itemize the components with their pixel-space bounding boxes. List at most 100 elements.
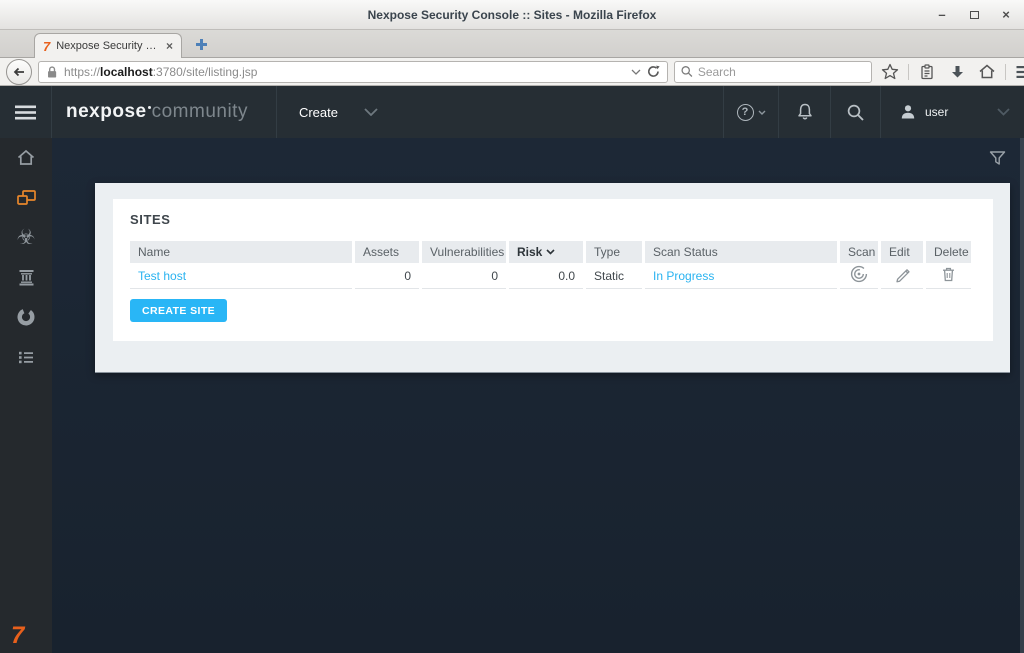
downloads-button[interactable] (945, 60, 969, 84)
scan-target-icon (850, 265, 868, 283)
sort-descending-chevron-icon (546, 249, 555, 255)
page-body: ☣ 7 (0, 138, 1024, 653)
assets-cell: 0 (355, 263, 419, 289)
chevron-down-icon (758, 110, 766, 115)
chevron-down-icon[interactable] (997, 108, 1010, 116)
url-text[interactable]: https://localhost:3780/site/listing.jsp (64, 65, 625, 79)
column-header-risk[interactable]: Risk (509, 241, 583, 263)
notifications-button[interactable] (778, 86, 830, 138)
url-dropdown-chevron-icon[interactable] (631, 69, 641, 75)
url-scheme: https:// (64, 65, 100, 79)
minimize-icon[interactable]: – (934, 7, 950, 23)
create-menu[interactable]: Create (277, 86, 398, 138)
rapid7-favicon-icon: 7 (43, 40, 50, 53)
brand-edition: community (152, 101, 248, 123)
new-tab-button[interactable] (192, 36, 210, 52)
browser-tabbar: 7 Nexpose Security Co... × (0, 30, 1024, 58)
browser-menu-button[interactable] (1012, 60, 1024, 84)
ring-chart-icon (16, 307, 36, 327)
download-arrow-icon (949, 64, 966, 80)
vulnerabilities-cell: 0 (422, 263, 506, 289)
sites-icon (16, 188, 37, 207)
tab-title: Nexpose Security Co... (56, 40, 160, 52)
browser-search-box[interactable] (674, 61, 872, 83)
sidebar-item-reports[interactable] (0, 305, 52, 329)
column-header-vulnerabilities[interactable]: Vulnerabilities (422, 241, 506, 263)
sidebar-item-home[interactable] (0, 145, 52, 169)
column-header-risk-label: Risk (517, 245, 542, 259)
user-menu[interactable]: user (880, 86, 1024, 138)
tab-close-icon[interactable]: × (166, 40, 173, 52)
plus-icon (195, 38, 208, 51)
hamburger-icon (1016, 65, 1024, 79)
search-icon (846, 103, 865, 122)
window-titlebar: Nexpose Security Console :: Sites - Mozi… (0, 0, 1024, 30)
sidebar-item-policies[interactable] (0, 265, 52, 289)
chevron-down-icon (364, 108, 378, 116)
list-icon (17, 349, 35, 366)
type-cell: Static (586, 263, 642, 289)
help-menu-button[interactable]: ? (723, 86, 778, 138)
home-icon (16, 148, 36, 167)
table-header-row: Name Assets Vulnerabilities Risk Type Sc… (130, 241, 971, 263)
sidebar-nav: ☣ 7 (0, 138, 52, 653)
browser-toolbar: https://localhost:3780/site/listing.jsp (0, 58, 1024, 86)
column-header-assets[interactable]: Assets (355, 241, 419, 263)
home-icon (978, 63, 996, 80)
maximize-box (970, 11, 979, 19)
header-spacer (398, 86, 723, 138)
column-header-edit[interactable]: Edit (881, 241, 923, 263)
back-button[interactable] (6, 59, 32, 85)
hamburger-icon (15, 105, 36, 120)
delete-action-cell[interactable] (926, 263, 971, 289)
search-icon (681, 65, 693, 78)
sidebar-item-vulnerabilities[interactable]: ☣ (0, 225, 52, 249)
sidebar-item-administration[interactable] (0, 345, 52, 369)
filter-button[interactable] (989, 150, 1007, 168)
column-header-delete[interactable]: Delete (926, 241, 971, 263)
toolbar-divider (1005, 64, 1006, 80)
window-title: Nexpose Security Console :: Sites - Mozi… (368, 8, 657, 22)
column-pillar-icon (17, 268, 36, 286)
scrollbar[interactable] (1020, 138, 1024, 653)
rapid7-logo-icon: 7 (11, 624, 24, 648)
column-header-type[interactable]: Type (586, 241, 642, 263)
home-button[interactable] (975, 60, 999, 84)
brand-name: nexpose (66, 101, 147, 123)
maximize-icon[interactable] (966, 7, 982, 23)
main-content: SITES Name Assets Vulnerabilities Risk (52, 138, 1024, 653)
url-bar[interactable]: https://localhost:3780/site/listing.jsp (38, 61, 668, 83)
browser-tab-active[interactable]: 7 Nexpose Security Co... × (34, 33, 182, 58)
window-controls: – × (934, 0, 1014, 29)
sites-card: SITES Name Assets Vulnerabilities Risk (95, 183, 1010, 372)
close-icon[interactable]: × (998, 7, 1014, 23)
column-header-name[interactable]: Name (130, 241, 352, 263)
site-name-link[interactable]: Test host (138, 269, 186, 283)
star-icon (881, 63, 899, 81)
scan-status-link[interactable]: In Progress (653, 269, 714, 283)
clipboard-icon (919, 64, 935, 80)
trash-delete-icon (941, 266, 956, 282)
app-menu-button[interactable] (0, 86, 52, 138)
card-title: SITES (130, 212, 981, 227)
user-name-label: user (925, 105, 948, 119)
url-host: localhost (100, 65, 153, 79)
scan-action-cell[interactable] (840, 263, 878, 289)
create-site-button[interactable]: CREATE SITE (130, 299, 227, 322)
bookmarks-menu-button[interactable] (915, 60, 939, 84)
app-search-button[interactable] (830, 86, 880, 138)
column-header-scan[interactable]: Scan (840, 241, 878, 263)
funnel-filter-icon (989, 150, 1006, 166)
reload-icon[interactable] (647, 65, 660, 78)
edit-action-cell[interactable] (881, 263, 923, 289)
bell-icon (795, 102, 815, 122)
sidebar-item-sites[interactable] (0, 185, 52, 209)
sites-panel: SITES Name Assets Vulnerabilities Risk (113, 199, 993, 341)
search-input[interactable] (698, 65, 865, 79)
column-header-scan-status[interactable]: Scan Status (645, 241, 837, 263)
brand-logo[interactable]: nexposecommunity (52, 86, 277, 138)
help-question-icon: ? (737, 104, 754, 121)
app-header: nexposecommunity Create ? user (0, 86, 1024, 138)
bookmark-star-button[interactable] (878, 60, 902, 84)
pencil-edit-icon (894, 266, 911, 283)
